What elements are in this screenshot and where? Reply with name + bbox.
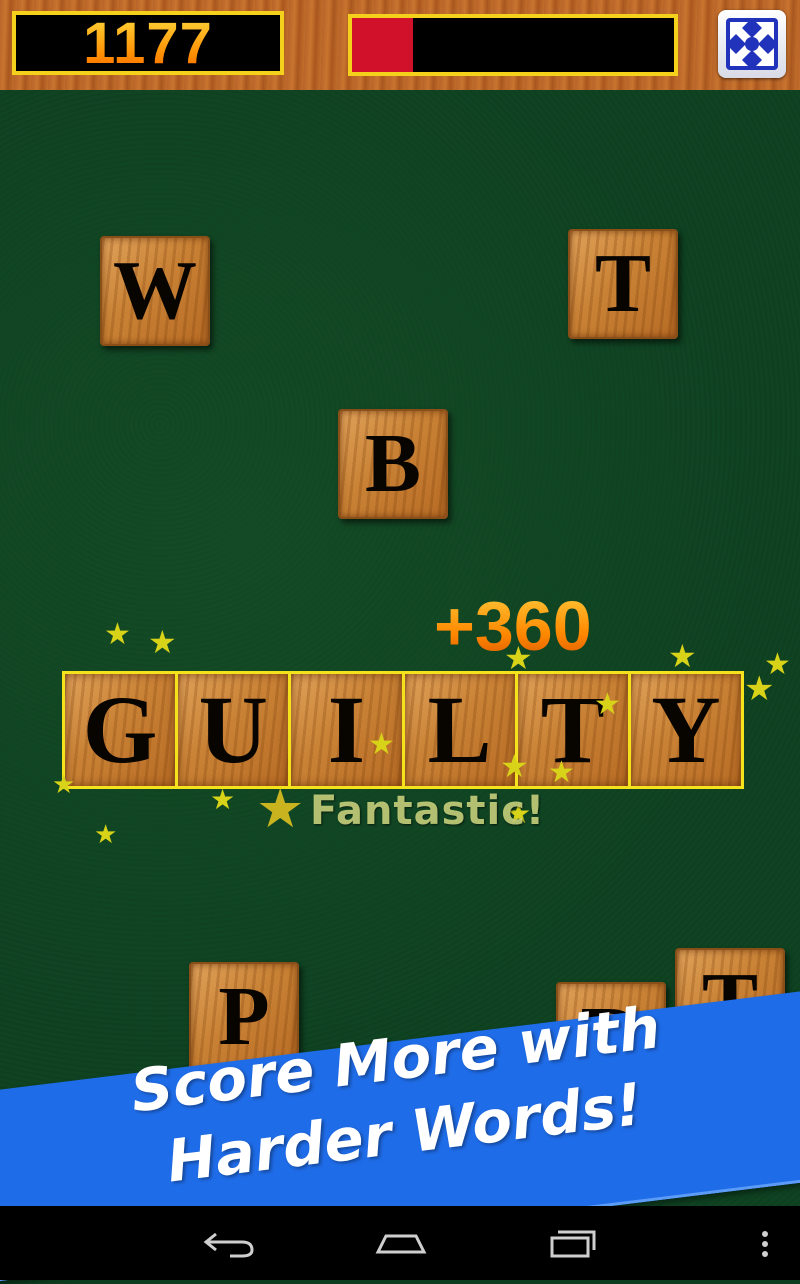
word-letter: I bbox=[327, 676, 366, 783]
word-letter: U bbox=[198, 676, 268, 783]
tile-letter: W bbox=[113, 244, 197, 337]
sparkle-star-icon: ★ bbox=[94, 820, 118, 850]
home-button[interactable] bbox=[366, 1220, 436, 1266]
back-icon bbox=[203, 1232, 254, 1258]
sparkle-star-icon: ★ bbox=[500, 747, 529, 785]
back-button[interactable] bbox=[196, 1220, 266, 1266]
completed-word: G U I L T Y bbox=[62, 671, 744, 789]
letter-tile[interactable]: T bbox=[568, 229, 678, 339]
home-icon bbox=[375, 1234, 427, 1254]
word-tile: U bbox=[178, 674, 292, 786]
menu-button[interactable] bbox=[718, 10, 786, 78]
sparkle-star-icon: ★ bbox=[594, 687, 621, 722]
shrink-arrows-icon bbox=[726, 18, 778, 70]
word-letter: G bbox=[82, 676, 158, 783]
sparkle-star-icon: ★ bbox=[744, 669, 775, 709]
score-value: 1177 bbox=[83, 10, 213, 76]
tile-letter: B bbox=[364, 417, 422, 510]
sparkle-star-icon: ★ bbox=[548, 755, 575, 790]
sparkle-star-icon: ★ bbox=[256, 777, 305, 840]
top-bar: 1177 bbox=[0, 0, 800, 90]
sparkle-star-icon: ★ bbox=[210, 783, 236, 816]
word-tile: G bbox=[65, 674, 179, 786]
sparkle-star-icon: ★ bbox=[668, 637, 697, 675]
sparkle-star-icon: ★ bbox=[52, 770, 76, 800]
time-progress-bar bbox=[348, 14, 678, 76]
letter-tile[interactable]: W bbox=[100, 236, 210, 346]
sparkle-star-icon: ★ bbox=[368, 727, 395, 762]
sparkle-star-icon: ★ bbox=[104, 617, 131, 652]
system-nav-bar bbox=[0, 1206, 800, 1280]
recents-icon bbox=[550, 1230, 596, 1258]
tile-letter: T bbox=[594, 237, 652, 330]
praise-text: Fantastic! bbox=[310, 788, 546, 834]
letter-tile[interactable]: B bbox=[338, 409, 448, 519]
word-tile: Y bbox=[630, 674, 742, 786]
overflow-menu-button[interactable] bbox=[740, 1220, 790, 1266]
word-letter: L bbox=[427, 676, 492, 783]
sparkle-star-icon: ★ bbox=[504, 639, 533, 677]
sparkle-star-icon: ★ bbox=[148, 623, 177, 661]
progress-fill bbox=[352, 18, 414, 72]
overflow-menu-icon bbox=[762, 1231, 768, 1257]
recents-button[interactable] bbox=[538, 1220, 608, 1266]
word-letter: Y bbox=[651, 676, 721, 783]
score-display: 1177 bbox=[12, 10, 284, 76]
